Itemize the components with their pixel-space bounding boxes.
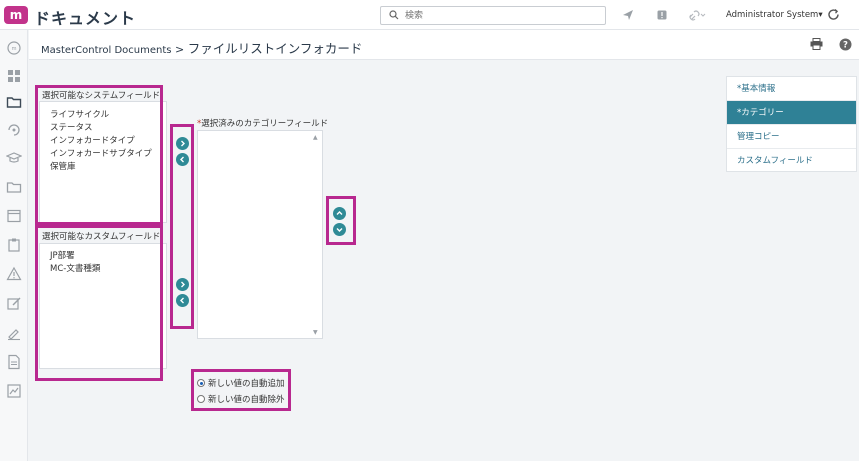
link-icon[interactable] — [688, 9, 706, 21]
sidebar-home-icon[interactable]: m — [6, 40, 22, 56]
logout-icon[interactable] — [827, 8, 840, 21]
send-icon[interactable] — [622, 9, 634, 21]
selected-fields-list[interactable]: ▲ ▼ — [197, 130, 323, 339]
auto-add-option[interactable]: 新しい値の自動追加 — [197, 377, 285, 389]
app-title: ドキュメント — [34, 9, 137, 28]
top-bar: m ドキュメント Administrator System▾ — [0, 0, 859, 30]
auto-add-radio[interactable] — [197, 379, 205, 387]
breadcrumb-bar: MasterControl Documents > ファイルリストインフォカード… — [29, 30, 859, 60]
search-icon — [389, 10, 399, 20]
help-icon[interactable]: ? — [839, 38, 852, 51]
left-sidebar: m — [0, 30, 28, 461]
signature-icon[interactable] — [6, 325, 22, 341]
scroll-up-icon[interactable]: ▲ — [313, 134, 318, 141]
svg-text:m: m — [12, 46, 17, 52]
process-icon[interactable] — [6, 122, 22, 138]
section-nav: *基本情報 *カテゴリー 管理コピー カスタムフィールド — [726, 76, 857, 172]
add-system-field-button[interactable] — [176, 137, 189, 150]
chevron-down-icon — [336, 228, 343, 232]
chevron-left-icon — [180, 156, 184, 163]
analytics-icon[interactable] — [6, 383, 22, 399]
auto-exclude-option[interactable]: 新しい値の自動除外 — [197, 393, 285, 405]
breadcrumb-root[interactable]: MasterControl Documents — [41, 45, 172, 56]
search-box[interactable] — [380, 6, 606, 25]
selected-fields-title: *選択済みのカテゴリーフィールド — [197, 117, 328, 129]
clipboard-icon[interactable] — [6, 237, 22, 253]
breadcrumb: MasterControl Documents > ファイルリストインフォカード — [41, 38, 362, 57]
section-nav-category[interactable]: *カテゴリー — [727, 101, 856, 125]
app-logo[interactable]: m — [4, 6, 28, 24]
edit-icon[interactable] — [6, 296, 22, 312]
move-up-button[interactable] — [333, 207, 346, 220]
breadcrumb-current: ファイルリストインフォカード — [187, 41, 363, 56]
dashboard-icon[interactable] — [6, 68, 22, 84]
section-nav-custom-fields[interactable]: カスタムフィールド — [727, 149, 856, 173]
move-down-button[interactable] — [333, 223, 346, 236]
auto-exclude-label: 新しい値の自動除外 — [208, 395, 285, 405]
notification-icon[interactable] — [656, 9, 668, 21]
scroll-down-icon[interactable]: ▼ — [313, 329, 318, 336]
chevron-left-icon — [180, 297, 184, 304]
order-buttons-highlight — [326, 196, 356, 245]
svg-text:?: ? — [843, 41, 848, 51]
auto-add-label: 新しい値の自動追加 — [208, 379, 285, 389]
search-input[interactable] — [405, 9, 595, 22]
forms-icon[interactable] — [6, 208, 22, 224]
chevron-right-icon — [181, 140, 185, 147]
print-icon[interactable] — [810, 38, 823, 50]
report-icon[interactable] — [6, 354, 22, 370]
chevron-up-icon — [336, 211, 343, 215]
selected-fields-label: 選択済みのカテゴリーフィールド — [201, 119, 329, 129]
folder-icon[interactable] — [6, 179, 22, 195]
custom-fields-highlight — [35, 225, 163, 381]
add-custom-field-button[interactable] — [176, 278, 189, 291]
breadcrumb-separator: > — [175, 43, 185, 56]
remove-system-field-button[interactable] — [176, 153, 189, 166]
documents-folder-icon[interactable] — [6, 94, 22, 110]
warning-icon[interactable] — [6, 266, 22, 282]
auto-exclude-radio[interactable] — [197, 395, 205, 403]
training-icon[interactable] — [5, 150, 23, 166]
section-nav-basic-info[interactable]: *基本情報 — [727, 77, 856, 101]
chevron-right-icon — [181, 281, 185, 288]
remove-custom-field-button[interactable] — [176, 294, 189, 307]
section-nav-controlled-copy[interactable]: 管理コピー — [727, 125, 856, 149]
user-menu[interactable]: Administrator System▾ — [726, 10, 823, 20]
system-fields-highlight — [35, 85, 163, 225]
